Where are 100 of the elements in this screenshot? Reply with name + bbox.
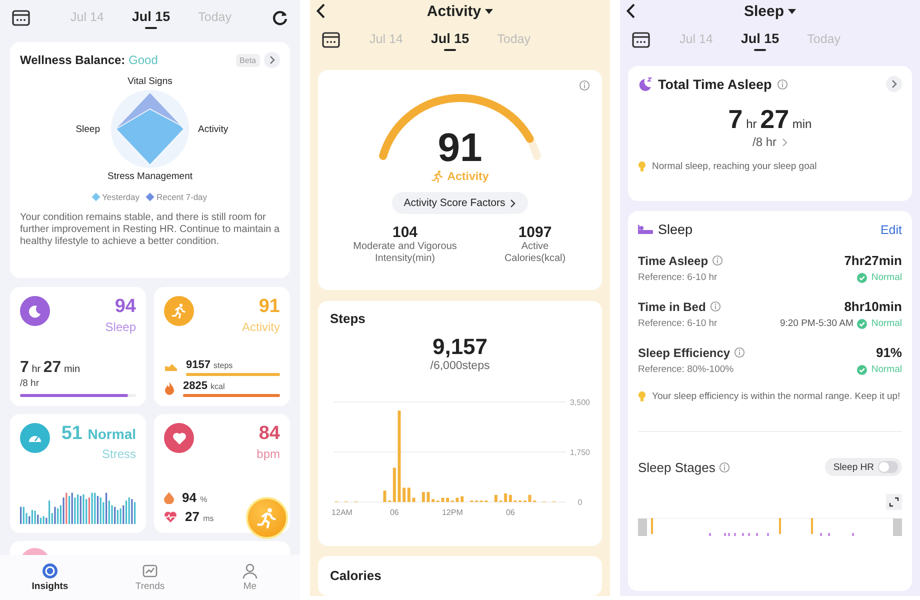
heart-rate-card[interactable]: 84 bpm 94 % 27 ms bbox=[154, 414, 290, 533]
axis-label: 1,750 bbox=[570, 448, 590, 457]
metric-value: 94 % bbox=[182, 490, 208, 505]
card-title: Steps bbox=[330, 311, 366, 326]
chevron-right-icon[interactable] bbox=[886, 76, 902, 92]
step-bar bbox=[412, 498, 416, 502]
card-title: Sleep bbox=[658, 222, 693, 237]
gauge-icon bbox=[20, 423, 50, 453]
chevron-right-icon[interactable] bbox=[782, 138, 788, 146]
axis-label: Vital Signs bbox=[128, 76, 172, 87]
check-circle-icon bbox=[857, 318, 868, 328]
metric-label: Sleep Efficiency bbox=[638, 346, 730, 360]
metric-value: 8hr10min bbox=[844, 299, 902, 314]
insights-icon bbox=[42, 563, 58, 579]
running-person-icon bbox=[256, 507, 278, 529]
sleep-hr-toggle[interactable]: Sleep HR bbox=[825, 458, 902, 476]
activity-score: 91 bbox=[438, 126, 482, 170]
moon-icon bbox=[638, 77, 653, 91]
info-icon[interactable] bbox=[710, 301, 721, 312]
stress-score: 51 Normal bbox=[61, 423, 136, 445]
refresh-icon[interactable] bbox=[272, 10, 288, 26]
score-factors-button[interactable]: Activity Score Factors bbox=[392, 192, 528, 214]
time-range: 9:20 PM-5:30 AM bbox=[780, 318, 854, 329]
sleep-goal: /8 hr bbox=[20, 378, 40, 389]
beta-badge: Beta bbox=[236, 54, 260, 66]
info-icon[interactable] bbox=[776, 78, 788, 90]
edit-link[interactable]: Edit bbox=[880, 222, 902, 236]
section-title: Sleep Stages bbox=[638, 460, 716, 474]
tip-text: Normal sleep, reaching your sleep goal bbox=[652, 161, 817, 173]
sleep-card[interactable]: 94 Sleep 7 hr 27 min /8 hr bbox=[10, 287, 146, 406]
activity-label: Activity bbox=[242, 320, 280, 334]
calendar-icon[interactable] bbox=[12, 10, 30, 26]
reference-text: Reference: 6-10 hr bbox=[638, 318, 718, 329]
stat-value: 1097 bbox=[518, 224, 552, 241]
axis-label: 12AM bbox=[332, 508, 352, 517]
info-icon[interactable] bbox=[734, 347, 746, 358]
metric-label: Time in Bed bbox=[638, 300, 706, 314]
back-icon[interactable] bbox=[626, 3, 636, 19]
info-icon[interactable] bbox=[712, 255, 724, 266]
person-icon bbox=[242, 563, 258, 579]
activity-score: 91 bbox=[258, 296, 280, 318]
metric-label: Time Asleep bbox=[638, 254, 708, 268]
bed-icon bbox=[638, 224, 653, 234]
nav-item[interactable]: Insights bbox=[0, 555, 100, 600]
heart-rate-value: 84 bbox=[258, 423, 280, 445]
activity-card[interactable]: 91 Activity 9157 steps 2825 kcal bbox=[154, 287, 290, 406]
axis-label: 3,500 bbox=[570, 398, 590, 407]
step-bar bbox=[383, 490, 386, 502]
date-tab[interactable]: Jul 15 bbox=[740, 29, 780, 51]
running-person-icon bbox=[431, 170, 444, 183]
status-text: Normal bbox=[871, 318, 902, 329]
wellness-title: Wellness Balance: Good bbox=[20, 53, 159, 67]
card-title: Calories bbox=[330, 568, 382, 583]
screen-title[interactable]: Sleep bbox=[744, 2, 784, 20]
step-bar bbox=[494, 494, 498, 502]
info-icon[interactable] bbox=[719, 462, 730, 472]
caret-down-icon[interactable] bbox=[788, 8, 796, 14]
heart-rate-unit: bpm bbox=[256, 447, 280, 461]
trends-icon bbox=[142, 563, 158, 579]
info-icon[interactable] bbox=[579, 80, 590, 91]
stress-label: Stress bbox=[100, 447, 136, 461]
steps-goal: /6,000steps bbox=[429, 360, 491, 372]
expand-icon[interactable] bbox=[886, 494, 902, 510]
status-text: Normal bbox=[871, 364, 902, 375]
metric-value: 7hr27min bbox=[844, 253, 902, 268]
legend-label: Yesterday bbox=[102, 192, 140, 202]
stat-value: 104 bbox=[392, 224, 418, 241]
summary-text: Your condition remains stable, and there is still room for further improvement in Resting HR. Continue to maintain a healthy lifestyle to achieve a better condition. bbox=[20, 212, 280, 248]
tip-text: Your sleep efficiency is within the normal range. Keep it up! bbox=[652, 391, 900, 403]
steps-total: 9,157 bbox=[431, 334, 489, 360]
lightbulb-icon bbox=[638, 161, 646, 172]
lightbulb-icon bbox=[638, 391, 646, 402]
metric-value: 91% bbox=[876, 345, 902, 360]
running-person-icon bbox=[171, 303, 187, 319]
calendar-icon[interactable] bbox=[322, 32, 340, 48]
step-bar bbox=[456, 498, 459, 502]
date-tab[interactable]: Jul 15 bbox=[132, 7, 170, 29]
step-bar bbox=[528, 494, 532, 502]
toggle-switch[interactable] bbox=[878, 461, 898, 473]
axis-label: 06 bbox=[390, 508, 399, 517]
moon-icon bbox=[20, 296, 50, 326]
sleep-score: 94 bbox=[114, 296, 136, 318]
calendar-icon[interactable] bbox=[632, 32, 650, 48]
metric-value: 9157 steps bbox=[186, 359, 234, 371]
caret-down-icon[interactable] bbox=[485, 8, 494, 14]
check-circle-icon bbox=[857, 272, 868, 282]
step-bar bbox=[422, 492, 425, 502]
sleep-goal: /8 hr bbox=[752, 135, 776, 149]
sleep-duration: 7 hr 27 min bbox=[727, 104, 813, 135]
axis-label: 06 bbox=[506, 508, 515, 517]
reference-text: Reference: 6-10 hr bbox=[638, 272, 718, 283]
axis-label: Sleep bbox=[76, 124, 100, 134]
card-title: Total Time Asleep bbox=[658, 76, 772, 92]
axis-label: Stress Management bbox=[107, 171, 192, 182]
chevron-right-icon[interactable] bbox=[264, 52, 280, 68]
activity-label: Activity bbox=[447, 170, 489, 182]
screen-title[interactable]: Activity bbox=[426, 2, 482, 20]
date-tab[interactable]: Jul 15 bbox=[430, 29, 470, 51]
axis-label: 0 bbox=[578, 498, 582, 507]
back-icon[interactable] bbox=[316, 3, 326, 19]
